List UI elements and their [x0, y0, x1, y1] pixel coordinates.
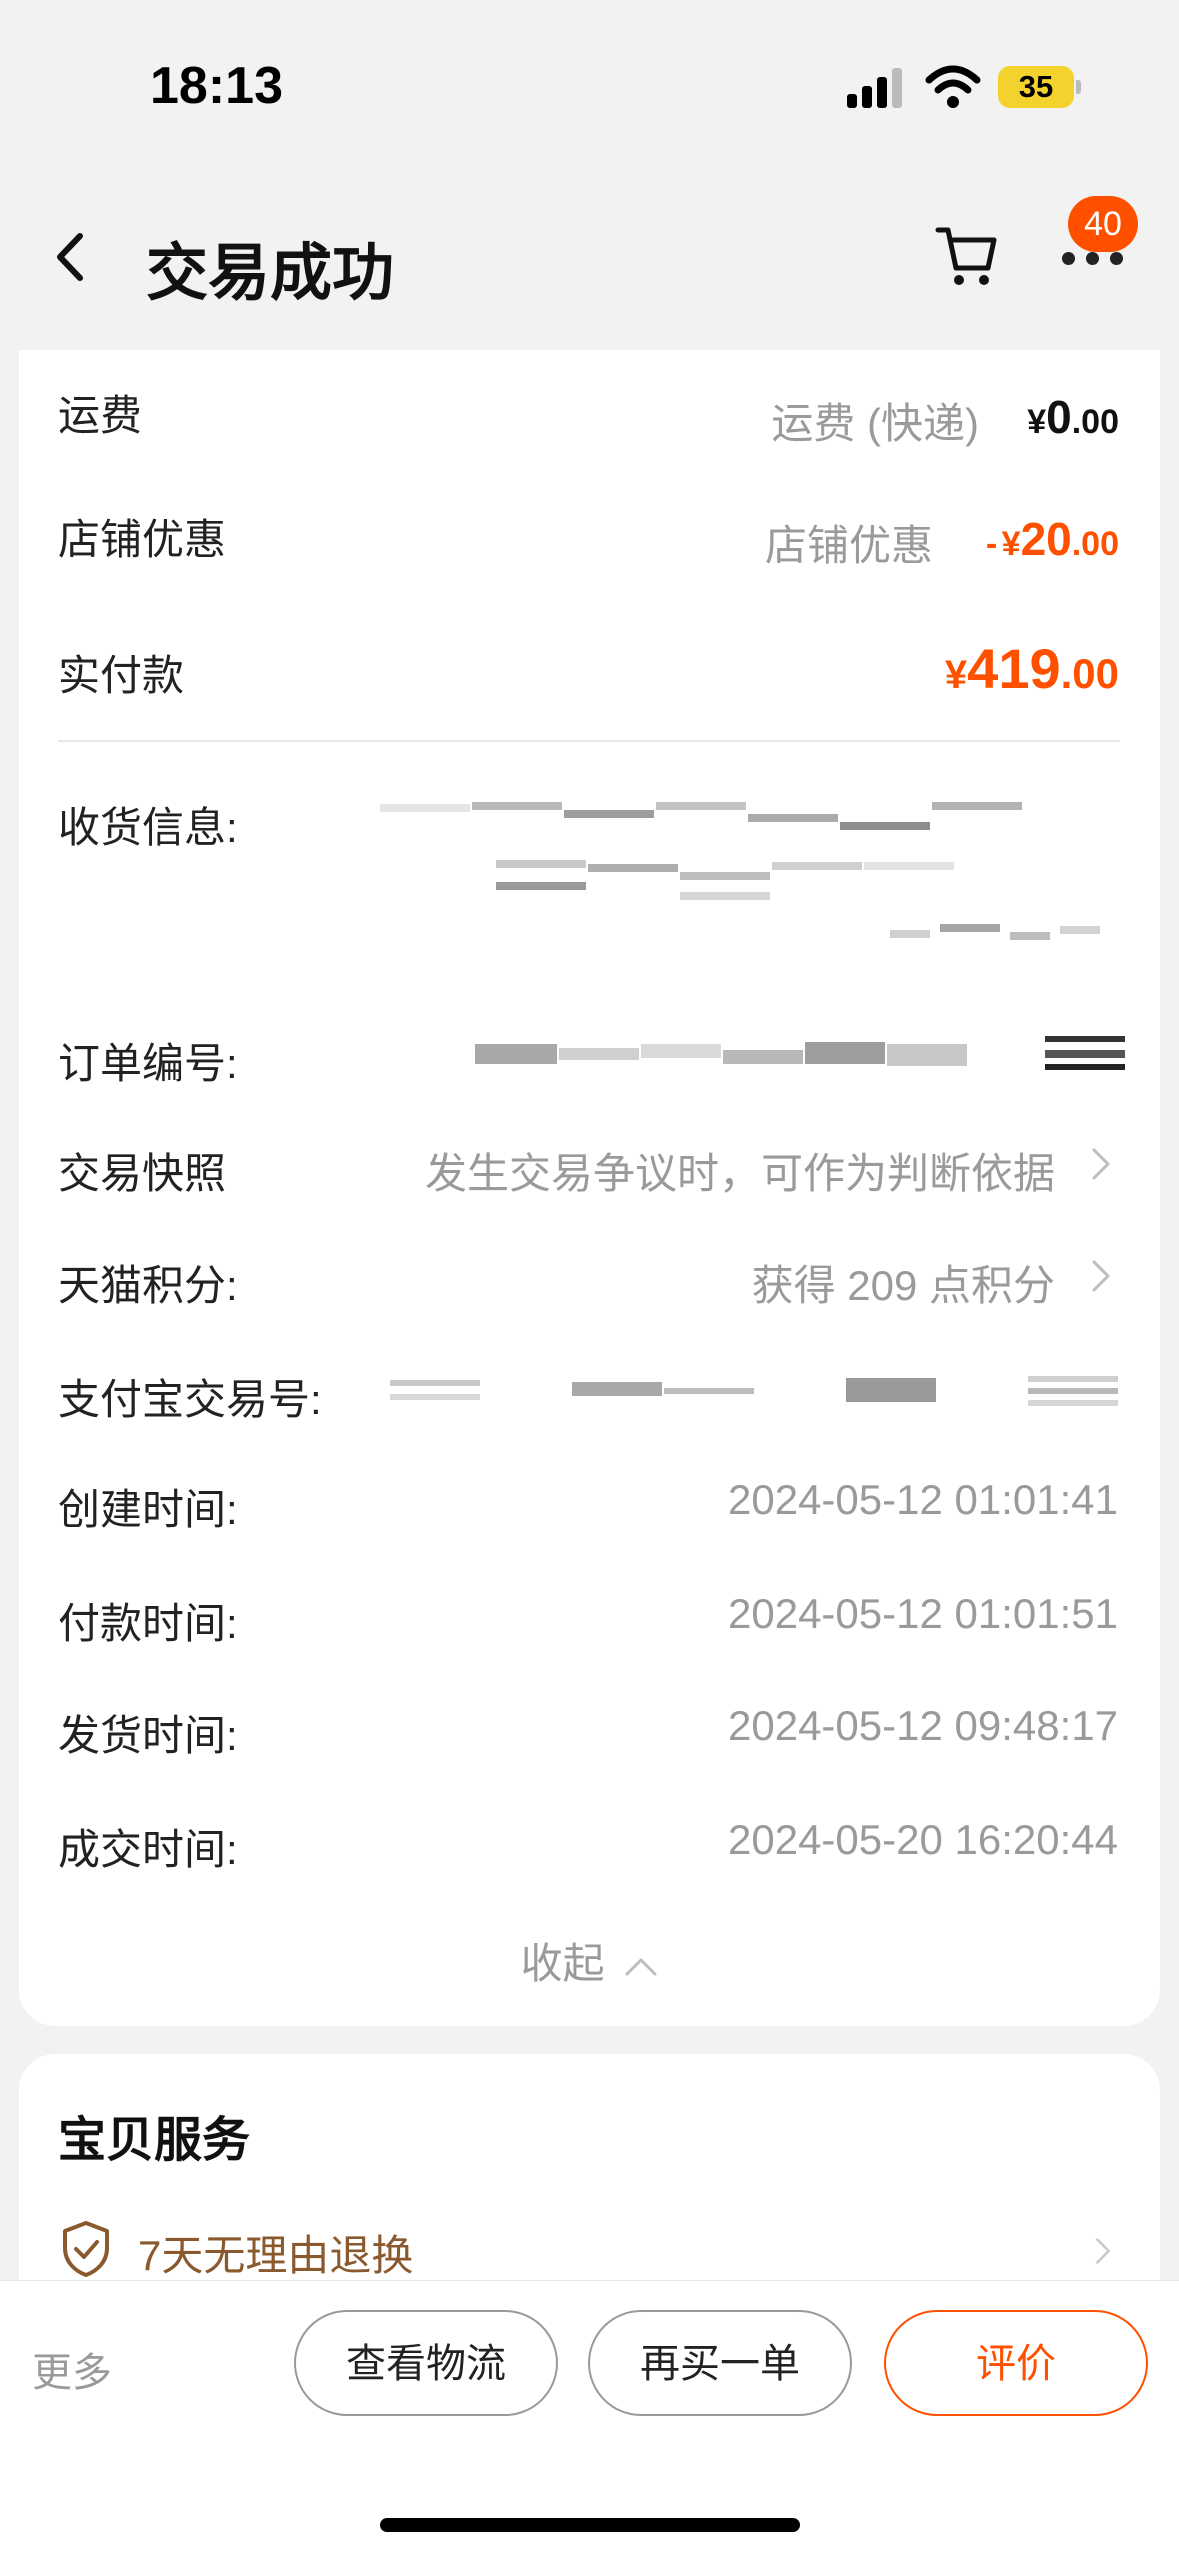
paid-label: 实付款	[58, 652, 185, 699]
shipping-price: ¥0.00	[1027, 390, 1119, 444]
discount-desc: 店铺优惠	[764, 522, 933, 569]
shipping-desc: 运费 (快递)	[771, 400, 979, 447]
order-number-redacted	[475, 1036, 1125, 1076]
cart-icon[interactable]	[934, 222, 998, 288]
points-value[interactable]: 获得 209 点积分	[752, 1252, 1055, 1313]
address-label: 收货信息:	[58, 804, 238, 851]
created-label: 创建时间:	[58, 1486, 238, 1533]
order-number-label: 订单编号:	[58, 1040, 238, 1087]
status-time: 18:13	[150, 57, 283, 115]
discount-dec: .00	[1071, 525, 1119, 563]
collapse-button[interactable]: 收起	[0, 1930, 1179, 1991]
alipay-label: 支付宝交易号:	[58, 1376, 322, 1423]
shipped-label: 发货时间:	[58, 1712, 238, 1759]
chevron-right-icon[interactable]	[1090, 1146, 1112, 1182]
shipping-dec: .00	[1071, 403, 1119, 441]
closed-label: 成交时间:	[58, 1826, 238, 1873]
shipping-int: 0	[1046, 391, 1072, 443]
snapshot-value[interactable]: 发生交易争议时，可作为判断依据	[425, 1140, 1055, 1201]
paid-currency: ¥	[944, 653, 968, 697]
service-title: 宝贝服务	[58, 2114, 251, 2167]
paid-dec: .00	[1060, 650, 1119, 697]
divider	[58, 740, 1120, 742]
shipping-label: 运费	[58, 392, 143, 439]
points-label: 天猫积分:	[58, 1262, 238, 1309]
back-icon[interactable]	[50, 230, 90, 284]
created-value: 2024-05-12 01:01:41	[728, 1476, 1118, 1523]
home-indicator[interactable]	[380, 2518, 800, 2532]
signal-icon	[847, 68, 902, 108]
discount-label: 店铺优惠	[58, 516, 227, 563]
buy-again-button[interactable]: 再买一单	[588, 2310, 852, 2416]
alipay-number-redacted	[390, 1372, 1120, 1412]
more-icon[interactable]	[1062, 252, 1124, 266]
paid-time-value: 2024-05-12 01:01:51	[728, 1590, 1118, 1637]
shipping-currency: ¥	[1027, 403, 1047, 441]
closed-value: 2024-05-20 16:20:44	[728, 1816, 1118, 1863]
shield-check-icon	[63, 2221, 109, 2277]
address-redacted	[380, 798, 1120, 978]
chevron-right-icon[interactable]	[1094, 2236, 1112, 2266]
battery-tip	[1076, 80, 1081, 94]
page-title: 交易成功	[146, 239, 395, 308]
discount-currency: ¥	[1001, 525, 1021, 563]
paid-int: 419	[967, 637, 1061, 700]
discount-price: - ¥20.00	[986, 512, 1119, 566]
return-guarantee[interactable]: 7天无理由退换	[138, 2222, 413, 2283]
chevron-right-icon[interactable]	[1090, 1258, 1112, 1294]
chevron-up-icon	[625, 1958, 657, 1976]
discount-int: 20	[1020, 513, 1072, 565]
paid-time-label: 付款时间:	[58, 1600, 238, 1647]
notification-badge: 40	[1068, 196, 1138, 252]
discount-prefix: -	[985, 525, 998, 563]
review-button[interactable]: 评价	[884, 2310, 1148, 2416]
shipped-value: 2024-05-12 09:48:17	[728, 1702, 1118, 1749]
snapshot-label: 交易快照	[58, 1150, 227, 1197]
paid-price: ¥419.00	[945, 636, 1119, 701]
view-logistics-button[interactable]: 查看物流	[294, 2310, 558, 2416]
collapse-label: 收起	[520, 1940, 605, 1987]
battery-indicator: 35	[998, 66, 1074, 108]
wifi-icon	[925, 65, 981, 108]
more-link[interactable]: 更多	[32, 2340, 112, 2398]
